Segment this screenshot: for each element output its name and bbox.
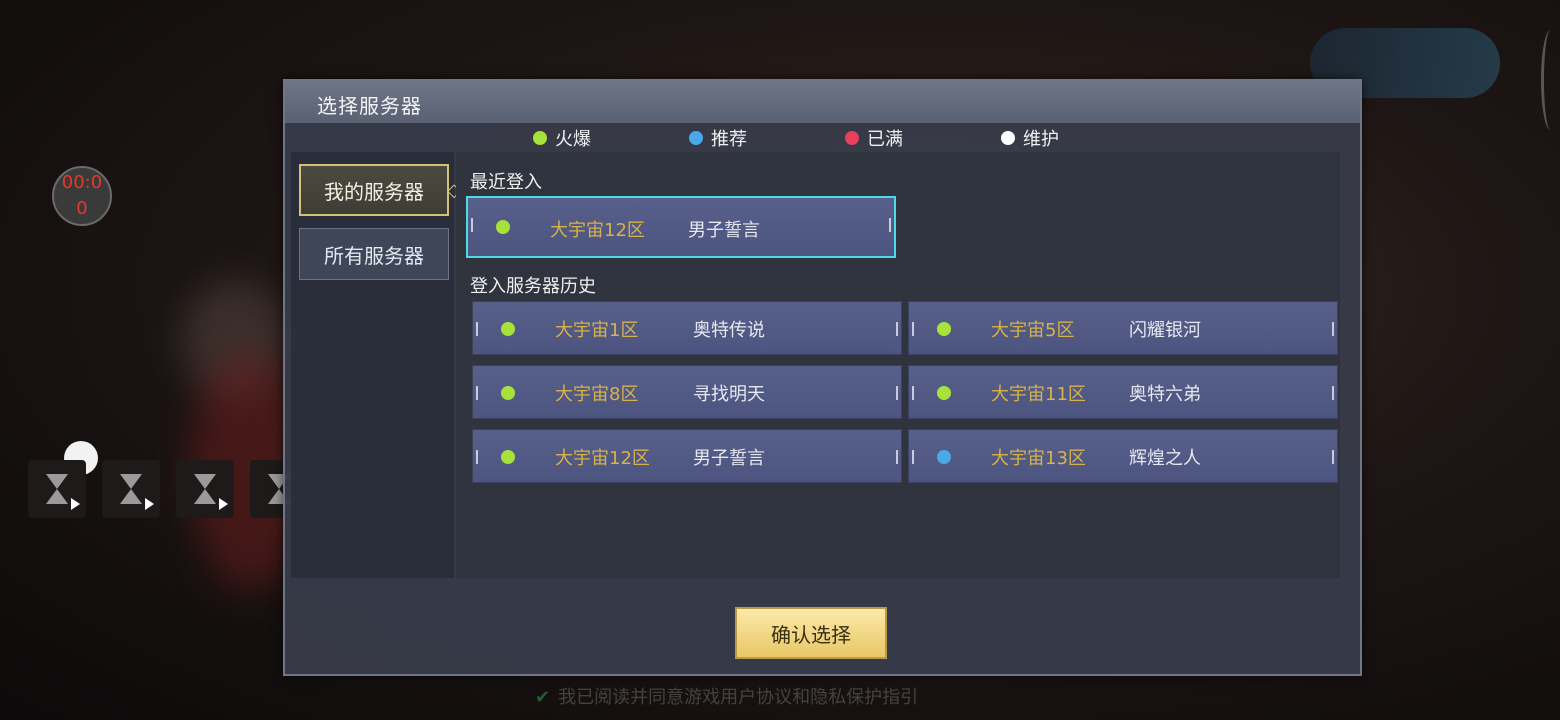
server-zone: 大宇宙12区	[550, 220, 645, 241]
legend-label: 火爆	[555, 129, 591, 150]
server-name: 奥特传说	[693, 320, 765, 341]
status-dot-icon	[937, 450, 951, 464]
status-dot-icon	[845, 131, 859, 145]
status-dot-icon	[1001, 131, 1015, 145]
status-dot-icon	[937, 386, 951, 400]
status-dot-icon	[689, 131, 703, 145]
server-name: 闪耀银河	[1129, 320, 1201, 341]
server-zone: 大宇宙11区	[991, 384, 1086, 405]
legend-label: 推荐	[711, 129, 747, 150]
status-dot-icon	[496, 220, 510, 234]
server-list-panel: 最近登入 大宇宙12区 男子誓言 登入服务器历史 大宇宙1区 奥特传说 大宇宙5…	[456, 152, 1340, 578]
agreement-text: 我已阅读并同意游戏用户协议和隐私保护指引	[558, 687, 919, 708]
tab-label: 所有服务器	[324, 243, 424, 268]
play-icon	[219, 498, 228, 510]
history-server-card[interactable]: 大宇宙11区 奥特六弟	[908, 365, 1338, 419]
server-zone: 大宇宙5区	[991, 320, 1075, 341]
login-history-title: 登入服务器历史	[470, 276, 596, 297]
hourglass-icon	[46, 474, 68, 504]
legend-item-hot: 火爆	[533, 125, 591, 151]
tab-my-servers[interactable]: 我的服务器 ◇	[299, 164, 461, 216]
dialog-title: 选择服务器	[317, 94, 422, 118]
server-name: 男子誓言	[693, 448, 765, 469]
status-legend: 火爆 推荐 已满 维护	[285, 123, 1360, 151]
hud-slot[interactable]	[102, 460, 160, 518]
history-server-card[interactable]: 大宇宙5区 闪耀银河	[908, 301, 1338, 355]
dialog-title-bar: 选择服务器	[285, 81, 1360, 123]
status-dot-icon	[937, 322, 951, 336]
confirm-button[interactable]: 确认选择	[735, 607, 887, 659]
hourglass-icon	[120, 474, 142, 504]
legend-item-maintenance: 维护	[1001, 125, 1059, 151]
timer-text: 00:00	[61, 172, 103, 219]
hud-slot[interactable]	[28, 460, 86, 518]
timer-badge: 00:00	[52, 166, 112, 226]
hud-slot[interactable]	[176, 460, 234, 518]
history-server-card[interactable]: 大宇宙8区 寻找明天	[472, 365, 902, 419]
server-zone: 大宇宙1区	[555, 320, 639, 341]
agreement-footer: ✔ 我已阅读并同意游戏用户协议和隐私保护指引	[535, 683, 918, 709]
play-icon	[145, 498, 154, 510]
server-zone: 大宇宙13区	[991, 448, 1086, 469]
history-server-card[interactable]: 大宇宙13区 辉煌之人	[908, 429, 1338, 483]
legend-item-recommended: 推荐	[689, 125, 747, 151]
history-server-card[interactable]: 大宇宙12区 男子誓言	[472, 429, 902, 483]
history-server-card[interactable]: 大宇宙1区 奥特传说	[472, 301, 902, 355]
legend-label: 维护	[1023, 129, 1059, 150]
server-name: 辉煌之人	[1129, 448, 1201, 469]
hourglass-icon	[194, 474, 216, 504]
recent-server-card[interactable]: 大宇宙12区 男子誓言	[466, 196, 896, 258]
server-zone: 大宇宙8区	[555, 384, 639, 405]
edge-decoration	[1541, 30, 1560, 130]
server-name: 奥特六弟	[1129, 384, 1201, 405]
legend-item-full: 已满	[845, 125, 903, 151]
recent-login-title: 最近登入	[470, 172, 542, 193]
play-icon	[71, 498, 80, 510]
tab-label: 我的服务器	[324, 179, 424, 204]
status-dot-icon	[501, 386, 515, 400]
legend-label: 已满	[867, 129, 903, 150]
server-category-panel: 我的服务器 ◇ 所有服务器	[291, 152, 461, 578]
server-name: 寻找明天	[693, 384, 765, 405]
status-dot-icon	[501, 450, 515, 464]
status-dot-icon	[501, 322, 515, 336]
check-icon: ✔	[535, 687, 551, 708]
server-name: 男子誓言	[688, 220, 760, 241]
server-select-dialog: 选择服务器 火爆 推荐 已满 维护 我的服务器 ◇ 所有服务器 最近登入 大宇宙…	[283, 79, 1362, 676]
status-dot-icon	[533, 131, 547, 145]
tab-all-servers[interactable]: 所有服务器	[299, 228, 449, 280]
server-zone: 大宇宙12区	[555, 448, 650, 469]
